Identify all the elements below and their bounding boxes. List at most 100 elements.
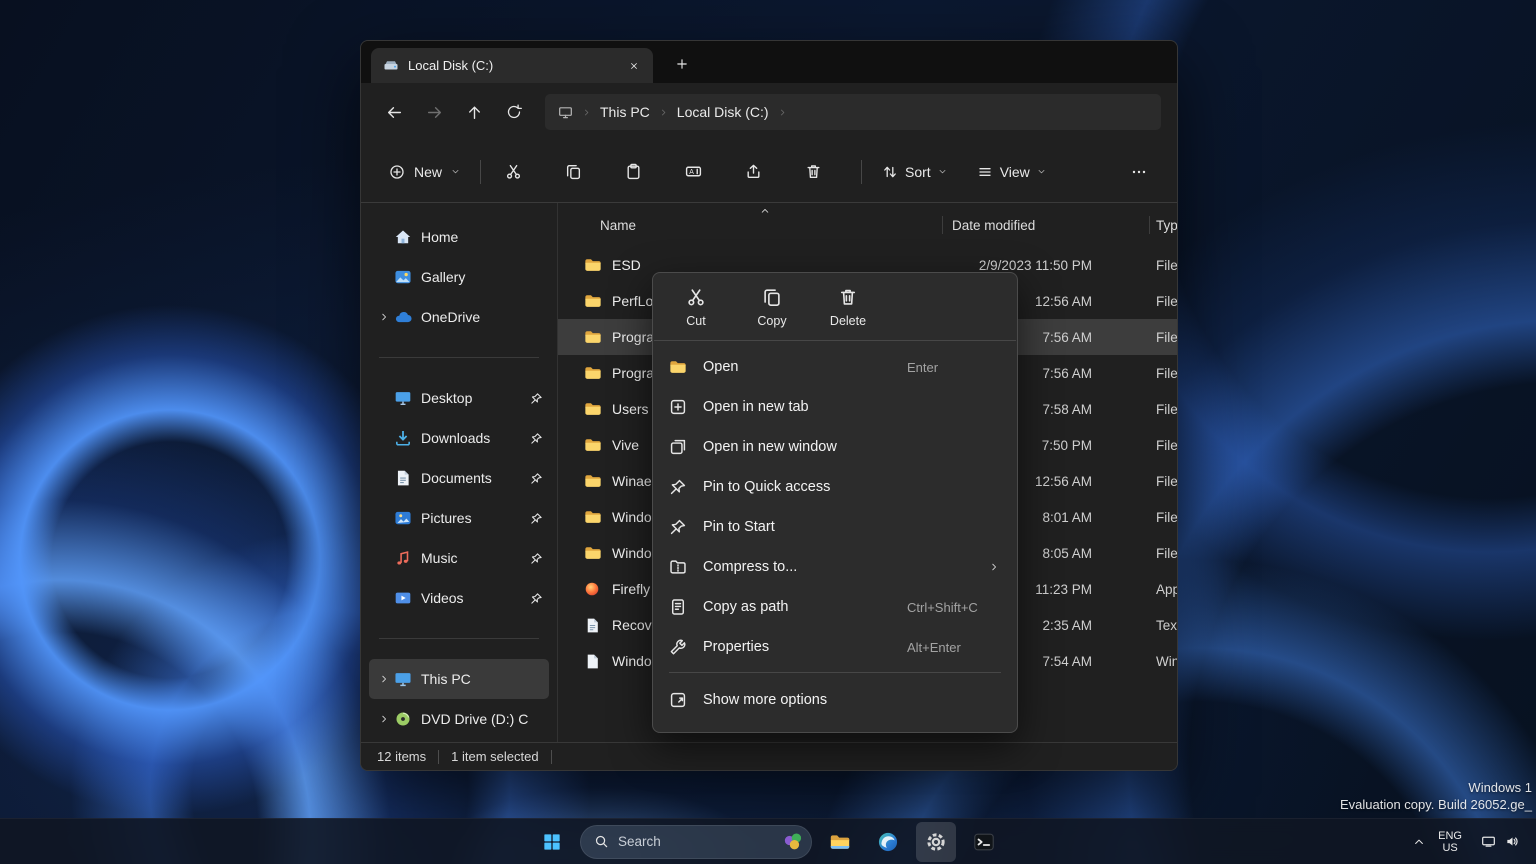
open-new-tab-icon: [669, 398, 687, 416]
sidebar-item-this-pc[interactable]: This PC: [369, 659, 549, 699]
search-input[interactable]: [618, 834, 773, 849]
sidebar-item-music[interactable]: Music: [369, 538, 549, 578]
sort-button[interactable]: Sort: [872, 154, 957, 190]
column-header-type[interactable]: Typ: [1092, 218, 1177, 233]
cut-button[interactable]: Cut: [667, 287, 725, 328]
tab-title: Local Disk (C:): [408, 58, 494, 73]
menu-item-properties[interactable]: Properties Alt+Enter: [659, 627, 1011, 667]
this-pc-icon: [394, 670, 412, 688]
forward-button[interactable]: [417, 95, 451, 129]
sidebar-item-desktop[interactable]: Desktop: [369, 378, 549, 418]
terminal-button[interactable]: [964, 822, 1004, 862]
tray-icons[interactable]: [1475, 830, 1526, 853]
new-tab-button[interactable]: [667, 49, 697, 79]
sidebar-item-gallery[interactable]: Gallery: [369, 257, 549, 297]
settings-button[interactable]: [916, 821, 956, 862]
new-button[interactable]: New: [379, 154, 470, 190]
breadcrumb-item-local-disk[interactable]: Local Disk (C:): [677, 104, 769, 120]
menu-item-open-in-new-window[interactable]: Open in new window: [659, 427, 1011, 467]
sort-icon: [882, 164, 898, 180]
rename-button[interactable]: [671, 154, 715, 190]
share-icon: [745, 163, 762, 180]
file-explorer-button[interactable]: [820, 822, 860, 862]
column-header-name[interactable]: Name: [584, 218, 902, 233]
forward-arrow-icon: [426, 104, 443, 121]
start-button[interactable]: [532, 822, 572, 862]
column-headers: Name Date modified Typ: [558, 203, 1177, 247]
menu-item-copy-as-path[interactable]: Copy as path Ctrl+Shift+C: [659, 587, 1011, 627]
sidebar-item-videos[interactable]: Videos: [369, 578, 549, 618]
edge-button[interactable]: [868, 822, 908, 862]
watermark-line1: Windows 1: [1468, 780, 1532, 795]
menu-item-open[interactable]: Open Enter: [659, 347, 1011, 387]
terminal-icon: [973, 831, 995, 853]
paste-icon: [625, 163, 642, 180]
up-button[interactable]: [457, 95, 491, 129]
folder-icon: [584, 544, 602, 562]
compress-zip-icon: [669, 558, 687, 576]
videos-icon: [394, 589, 412, 607]
new-button-label: New: [414, 163, 443, 180]
folder-icon: [584, 508, 602, 526]
more-options-button[interactable]: [1119, 154, 1159, 190]
column-divider[interactable]: [1149, 216, 1150, 234]
breadcrumb: This PC Local Disk (C:): [545, 94, 1161, 130]
folder-icon: [584, 472, 602, 490]
search-highlights-icon[interactable]: [782, 830, 806, 854]
tray-expand-button[interactable]: [1413, 836, 1425, 848]
show-more-options-icon: [669, 691, 687, 709]
view-icon: [977, 164, 993, 180]
sidebar-item-downloads[interactable]: Downloads: [369, 418, 549, 458]
open-folder-icon: [669, 358, 687, 376]
chevron-up-icon: [1413, 836, 1425, 848]
expand-chevron[interactable]: [373, 312, 394, 322]
pin-icon: [669, 478, 687, 496]
menu-item-show-more-options[interactable]: Show more options: [659, 678, 1011, 722]
rename-icon: [685, 163, 702, 180]
gallery-icon: [394, 268, 412, 286]
delete-button[interactable]: [791, 154, 835, 190]
sidebar-item-documents[interactable]: Documents: [369, 458, 549, 498]
system-tray: ENG US: [1413, 819, 1526, 864]
copy-button[interactable]: [551, 154, 595, 190]
copy-icon: [762, 287, 782, 307]
expand-chevron[interactable]: [373, 714, 394, 724]
windows-logo-icon: [543, 833, 561, 851]
tab-close-button[interactable]: [623, 55, 645, 77]
sidebar-item-pictures[interactable]: Pictures: [369, 498, 549, 538]
column-header-date-modified[interactable]: Date modified: [902, 218, 1092, 233]
trash-icon: [838, 287, 858, 307]
menu-item-compress-to[interactable]: Compress to...: [659, 547, 1011, 587]
paste-button[interactable]: [611, 154, 655, 190]
expand-chevron[interactable]: [373, 674, 394, 684]
context-menu-quick-actions: Cut Copy Delete: [653, 273, 1017, 340]
delete-button[interactable]: Delete: [819, 287, 877, 328]
share-button[interactable]: [731, 154, 775, 190]
menu-item-pin-to-start[interactable]: Pin to Start: [659, 507, 1011, 547]
pin-icon: [530, 432, 543, 445]
sidebar-item-home[interactable]: Home: [369, 217, 549, 257]
submenu-chevron-icon: [989, 562, 999, 572]
view-button[interactable]: View: [967, 154, 1056, 190]
chevron-right-icon: [659, 108, 668, 117]
copy-button[interactable]: Copy: [743, 287, 801, 328]
breadcrumb-item-this-pc[interactable]: This PC: [600, 104, 650, 120]
shortcut-label: Ctrl+Shift+C: [907, 599, 978, 615]
column-divider[interactable]: [942, 216, 943, 234]
menu-item-pin-to-quick-access[interactable]: Pin to Quick access: [659, 467, 1011, 507]
search-box[interactable]: [580, 824, 812, 859]
sidebar-item-dvd-drive[interactable]: DVD Drive (D:) C: [369, 699, 549, 739]
cut-button[interactable]: [491, 154, 535, 190]
back-button[interactable]: [377, 95, 411, 129]
language-indicator[interactable]: ENG US: [1438, 830, 1462, 854]
menu-item-open-in-new-tab[interactable]: Open in new tab: [659, 387, 1011, 427]
tab-local-disk-c[interactable]: Local Disk (C:): [371, 48, 653, 83]
context-menu: Cut Copy Delete Open Enter Open in new t…: [652, 272, 1018, 733]
folder-icon: [584, 436, 602, 454]
cut-icon: [505, 163, 522, 180]
command-bar: New Sort View: [361, 141, 1177, 203]
search-icon: [594, 834, 609, 849]
watermark-line2: Evaluation copy. Build 26052.ge_: [1339, 797, 1532, 812]
sidebar-item-onedrive[interactable]: OneDrive: [369, 297, 549, 337]
refresh-button[interactable]: [497, 95, 531, 129]
